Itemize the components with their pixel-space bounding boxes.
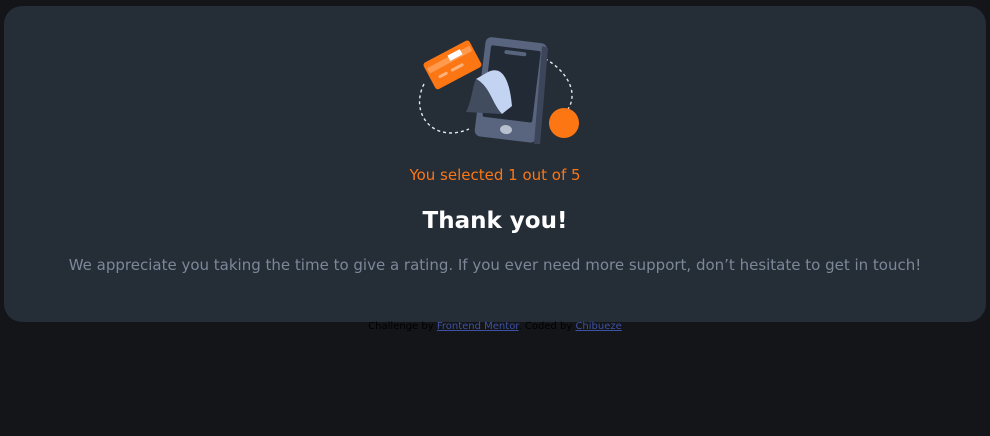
thank-you-title: Thank you!	[422, 208, 568, 234]
selected-rating-text: You selected 1 out of 5	[409, 166, 581, 184]
thank-you-card: You selected 1 out of 5 Thank you! We ap…	[4, 6, 986, 322]
payment-phone-illustration-icon	[418, 37, 579, 144]
author-link[interactable]: Chibueze	[575, 321, 621, 332]
attribution: Challenge by Frontend Mentor. Coded by C…	[0, 320, 990, 334]
frontend-mentor-link[interactable]: Frontend Mentor	[437, 321, 519, 332]
attribution-prefix: Challenge by	[368, 321, 434, 332]
attribution-separator: . Coded by	[518, 321, 573, 332]
thank-you-message: We appreciate you taking the time to giv…	[68, 256, 922, 274]
